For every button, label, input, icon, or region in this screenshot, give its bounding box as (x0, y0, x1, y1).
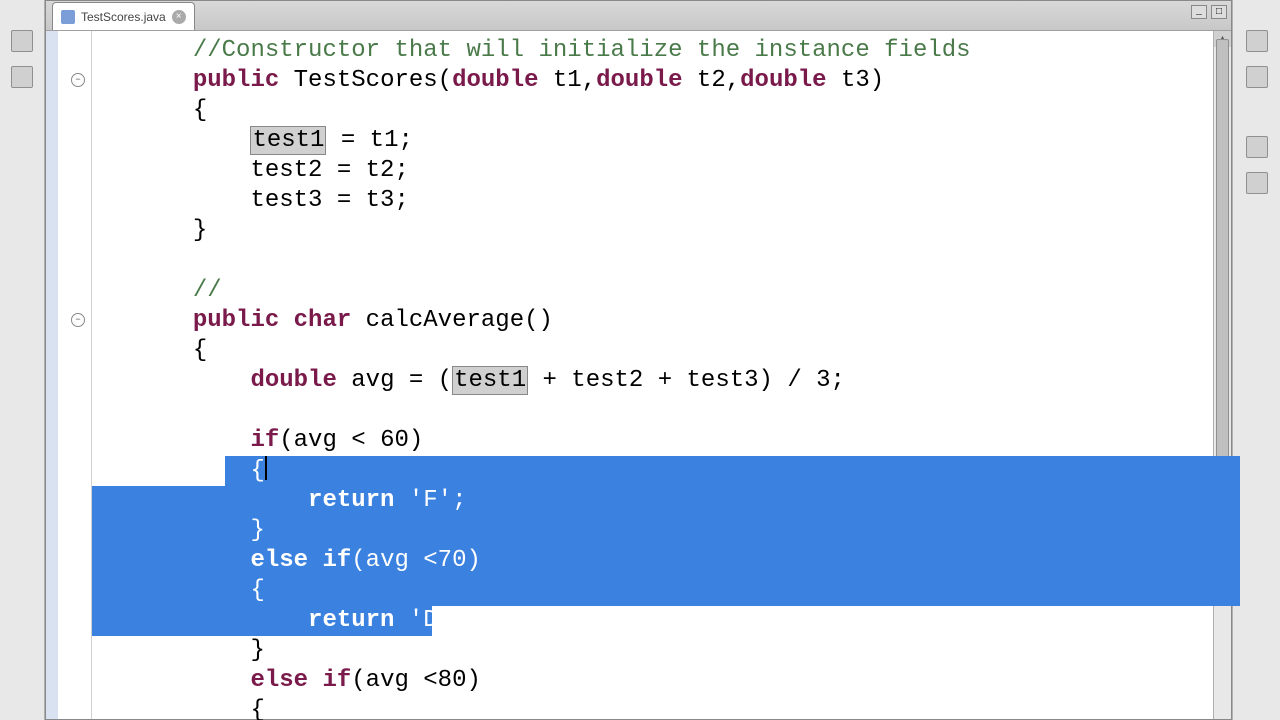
scrollbar-thumb[interactable] (1216, 39, 1229, 489)
code-line: return 'F'; (92, 486, 1213, 516)
code-line: { (92, 456, 1213, 486)
toolbar-button[interactable] (11, 66, 33, 88)
code-line: } (92, 216, 1213, 246)
code-line: { (92, 96, 1213, 126)
fold-toggle-icon[interactable]: − (71, 313, 85, 327)
gutter-strip (46, 31, 58, 719)
code-line: { (92, 696, 1213, 720)
editor-tab-bar: TestScores.java × _ □ (46, 1, 1231, 31)
toolbar-button[interactable] (1246, 172, 1268, 194)
code-line: if(avg < 60) (92, 426, 1213, 456)
toolbar-button[interactable] (1246, 30, 1268, 52)
java-file-icon (61, 10, 75, 24)
code-editor[interactable]: //Constructor that will initialize the i… (92, 31, 1213, 719)
left-toolbar (0, 0, 45, 720)
vertical-scrollbar[interactable]: ▴ (1213, 31, 1231, 719)
close-tab-icon[interactable]: × (172, 10, 186, 24)
code-line: { (92, 576, 1213, 606)
code-line: { (92, 336, 1213, 366)
toolbar-button[interactable] (1246, 66, 1268, 88)
code-line: //Constructor that will initialize the i… (92, 36, 1213, 66)
toolbar-button[interactable] (11, 30, 33, 52)
editor-pane: TestScores.java × _ □ − − (45, 0, 1232, 720)
code-line: test1 = t1; (92, 126, 1213, 156)
ide-workbench: TestScores.java × _ □ − − (0, 0, 1280, 720)
code-line: } (92, 516, 1213, 546)
fold-toggle-icon[interactable]: − (71, 73, 85, 87)
code-line: return 'D'; (92, 606, 1213, 636)
code-line (92, 246, 1213, 276)
minimize-button[interactable]: _ (1191, 5, 1207, 19)
occurrence-highlight: test1 (250, 126, 326, 155)
code-line: double avg = (test1 + test2 + test3) / 3… (92, 366, 1213, 396)
code-line: else if(avg <80) (92, 666, 1213, 696)
code-line: test2 = t2; (92, 156, 1213, 186)
code-line (92, 396, 1213, 426)
code-line: else if(avg <70) (92, 546, 1213, 576)
code-line: } (92, 636, 1213, 666)
tab-filename: TestScores.java (81, 10, 166, 24)
code-line: // (92, 276, 1213, 306)
code-line: public char calcAverage() (92, 306, 1213, 336)
editor-gutter[interactable]: − − (46, 31, 92, 719)
editor-tab-testscores[interactable]: TestScores.java × (52, 2, 195, 30)
code-text-layer: //Constructor that will initialize the i… (92, 31, 1213, 720)
editor-window-controls: _ □ (1191, 5, 1227, 19)
maximize-button[interactable]: □ (1211, 5, 1227, 19)
toolbar-button[interactable] (1246, 136, 1268, 158)
code-line: test3 = t3; (92, 186, 1213, 216)
editor-body: − − //Constructor that will initialize t… (46, 31, 1231, 719)
code-line: public TestScores(double t1,double t2,do… (92, 66, 1213, 96)
occurrence-highlight: test1 (452, 366, 528, 395)
text-cursor (265, 456, 267, 480)
right-toolbar (1232, 0, 1280, 720)
